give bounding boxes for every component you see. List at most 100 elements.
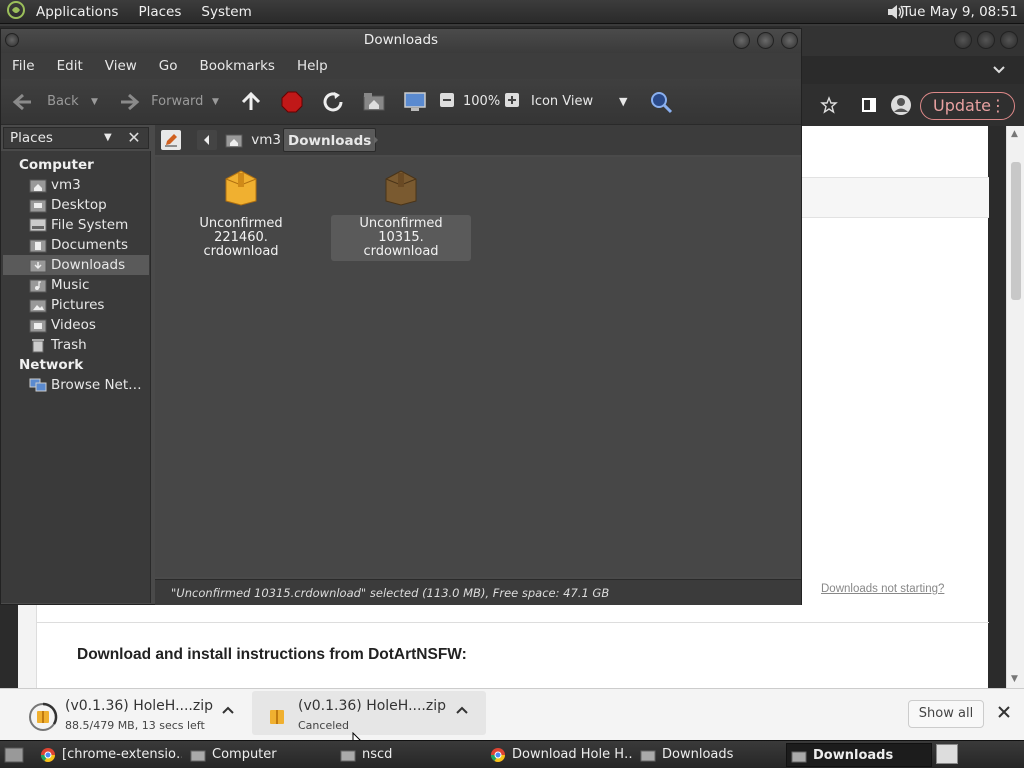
- path-segment-vm3[interactable]: vm3: [221, 129, 285, 151]
- menu-bookmarks[interactable]: Bookmarks: [189, 58, 286, 74]
- close-sidebar-icon[interactable]: ✕: [125, 130, 143, 148]
- show-all-button[interactable]: Show all: [908, 700, 984, 728]
- zoom-in-icon[interactable]: [504, 92, 520, 114]
- task-downloads[interactable]: Downloads: [636, 743, 782, 767]
- update-label: Update: [933, 96, 991, 115]
- folder-icon: [190, 750, 206, 761]
- downloads-not-starting-link[interactable]: Downloads not starting?: [821, 583, 944, 595]
- view-mode-select[interactable]: Icon View ▼: [531, 91, 635, 113]
- download-status-text: Canceled: [298, 719, 350, 732]
- sidebar-item-desktop[interactable]: Desktop: [3, 195, 149, 215]
- download-item[interactable]: (v0.1.36) HoleH....zip 88.5/479 MB, 13 s…: [28, 690, 248, 736]
- task-label: Computer: [212, 747, 277, 762]
- task-nscd[interactable]: nscd: [336, 743, 482, 767]
- maximize-button[interactable]: [757, 32, 774, 49]
- close-button[interactable]: [781, 32, 798, 49]
- back-history-dropdown-icon[interactable]: ▼: [91, 91, 98, 113]
- menu-help[interactable]: Help: [286, 58, 339, 74]
- file-item[interactable]: Unconfirmed 10315. crdownload: [331, 167, 471, 261]
- clock[interactable]: Tue May 9, 08:51: [902, 0, 1018, 24]
- sidebar-item-music[interactable]: Music: [3, 275, 149, 295]
- distro-logo-icon[interactable]: [0, 0, 26, 24]
- download-file-icon: [268, 708, 286, 730]
- sidebar-item-browse-network[interactable]: Browse Net…: [3, 375, 149, 395]
- menu-file[interactable]: File: [1, 58, 46, 74]
- minimize-button[interactable]: [733, 32, 750, 49]
- file-manager-titlebar[interactable]: Downloads: [1, 29, 801, 53]
- sidebar-item-documents[interactable]: Documents: [3, 235, 149, 255]
- sidebar-item-downloads[interactable]: Downloads: [3, 255, 149, 275]
- up-arrow-icon[interactable]: [239, 90, 263, 112]
- chrome-maximize-button[interactable]: [977, 31, 995, 49]
- menu-go[interactable]: Go: [148, 58, 189, 74]
- bookmark-star-icon[interactable]: [820, 96, 838, 118]
- workspace-switcher[interactable]: [936, 744, 958, 764]
- update-button[interactable]: Update ⋮: [920, 92, 1015, 120]
- page-heading: Download and install instructions from D…: [77, 646, 467, 663]
- path-segment-downloads[interactable]: Downloads: [283, 128, 377, 152]
- sidebar-item-label: Pictures: [51, 297, 105, 313]
- task-label: Download Hole H…: [512, 747, 632, 762]
- forward-history-dropdown-icon[interactable]: ▼: [212, 91, 219, 113]
- reload-icon[interactable]: [321, 90, 345, 112]
- package-icon: [225, 170, 257, 206]
- menu-bar: File Edit View Go Bookmarks Help: [1, 53, 801, 79]
- profile-avatar-icon[interactable]: [890, 94, 912, 120]
- file-item[interactable]: Unconfirmed 221460. crdownload: [171, 167, 311, 261]
- chrome-scrollbar[interactable]: ▲ ▼: [1006, 126, 1024, 688]
- top-panel: Applications Places System Tue May 9, 08…: [0, 0, 1024, 24]
- edit-location-icon[interactable]: [161, 130, 181, 150]
- page-divider: [37, 622, 989, 623]
- scrollbar-thumb[interactable]: [1011, 162, 1021, 300]
- task-computer[interactable]: Computer: [186, 743, 332, 767]
- file-name-line2: crdownload: [363, 244, 439, 259]
- task-chrome-extension[interactable]: [chrome-extensio…: [36, 743, 182, 767]
- zoom-out-icon[interactable]: [439, 92, 455, 114]
- sidebar-item-label: vm3: [51, 177, 81, 193]
- menu-view[interactable]: View: [94, 58, 148, 74]
- chrome-close-button[interactable]: [1000, 31, 1018, 49]
- path-back-arrow-icon[interactable]: [197, 130, 217, 150]
- task-downloads-active[interactable]: Downloads: [786, 743, 932, 767]
- downloads-folder-icon: [791, 751, 807, 762]
- places-menu[interactable]: Places: [128, 0, 191, 24]
- zoom-level[interactable]: 100%: [463, 91, 500, 113]
- download-file-icon: [28, 702, 58, 736]
- system-menu[interactable]: System: [191, 0, 261, 24]
- chrome-tab-search-icon[interactable]: [992, 64, 1006, 79]
- window-menu-icon[interactable]: [5, 33, 19, 47]
- back-arrow-icon: [12, 93, 31, 110]
- back-button[interactable]: Back: [11, 91, 79, 113]
- sidebar-item-file-system[interactable]: File System: [3, 215, 149, 235]
- sidebar-item-pictures[interactable]: Pictures: [3, 295, 149, 315]
- chevron-down-icon: ▼: [104, 132, 112, 143]
- side-panel-icon[interactable]: [861, 97, 877, 117]
- menu-edit[interactable]: Edit: [46, 58, 94, 74]
- task-download-hole[interactable]: Download Hole H…: [486, 743, 632, 767]
- file-view[interactable]: Unconfirmed 221460. crdownload Unconfirme…: [155, 157, 801, 577]
- sidebar: Computer vm3 Desktop File System Documen…: [1, 151, 151, 603]
- sidebar-item-trash[interactable]: Trash: [3, 335, 149, 355]
- scroll-down-arrow-icon[interactable]: ▼: [1011, 674, 1018, 684]
- forward-button[interactable]: Forward: [117, 91, 203, 113]
- path-forward-arrow-icon[interactable]: [369, 130, 383, 154]
- home-folder-icon[interactable]: [363, 91, 385, 113]
- applications-menu[interactable]: Applications: [26, 0, 128, 24]
- task-label: nscd: [362, 747, 393, 762]
- sidebar-item-videos[interactable]: Videos: [3, 315, 149, 335]
- show-desktop-icon[interactable]: [4, 746, 24, 768]
- more-options-icon[interactable]: ⋮: [990, 93, 1006, 119]
- stop-icon[interactable]: [281, 91, 303, 113]
- path-bar: vm3 Downloads: [155, 125, 801, 155]
- download-menu-chevron-icon[interactable]: [455, 704, 469, 719]
- close-downloads-bar-icon[interactable]: [997, 705, 1011, 723]
- download-item[interactable]: (v0.1.36) HoleH....zip Canceled: [266, 690, 486, 736]
- sidebar-item-vm3[interactable]: vm3: [3, 175, 149, 195]
- scroll-up-arrow-icon[interactable]: ▲: [1011, 129, 1018, 139]
- search-icon[interactable]: [649, 90, 673, 114]
- chrome-minimize-button[interactable]: [954, 31, 972, 49]
- download-progress-text: 88.5/479 MB, 13 secs left: [65, 719, 205, 732]
- download-menu-chevron-icon[interactable]: [221, 704, 235, 719]
- taskbar: [chrome-extensio… Computer nscd Download…: [0, 740, 1024, 768]
- computer-icon[interactable]: [403, 91, 427, 113]
